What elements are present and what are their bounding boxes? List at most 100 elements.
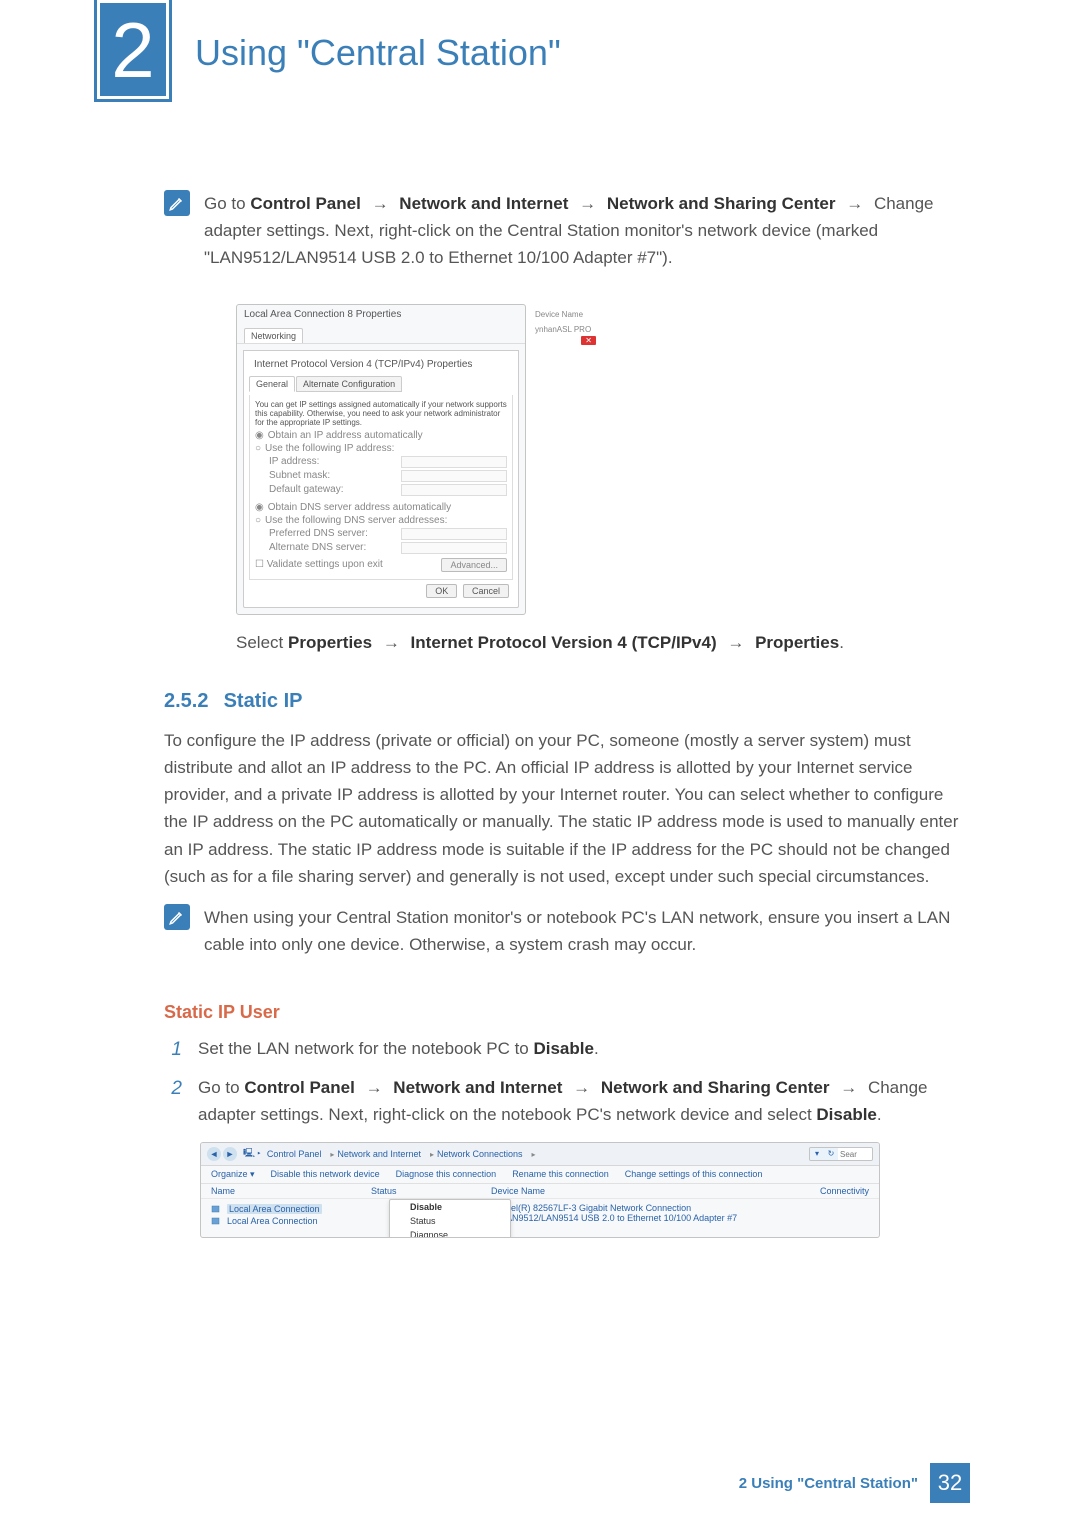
rename-button: Rename this connection [512, 1169, 609, 1180]
text: Go to [198, 1078, 244, 1097]
input-pdns [401, 528, 507, 540]
col-status: Status [371, 1186, 491, 1196]
instruction-text: Select Properties → Internet Protocol Ve… [236, 629, 964, 656]
search-box: ▾↻ [809, 1147, 873, 1161]
back-icon: ◄ [207, 1147, 221, 1161]
arrow-icon: → [834, 1078, 863, 1097]
window-title: Local Area Connection 8 Properties [237, 305, 525, 324]
note-text: Go to Control Panel → Network and Intern… [204, 190, 964, 272]
bold-text: Disable [816, 1105, 876, 1124]
ok-button: OK [426, 584, 457, 598]
change-settings-button: Change settings of this connection [625, 1169, 763, 1180]
list-item: 2 Go to Control Panel → Network and Inte… [164, 1074, 964, 1128]
document-page: 2 Using "Central Station" Go to Control … [0, 0, 1080, 1527]
step-number: 1 [164, 1035, 182, 1065]
arrow-icon: → [721, 633, 750, 652]
section-number: 2.5.2 [164, 690, 218, 713]
network-icon [211, 1203, 223, 1215]
input-ip [401, 456, 507, 468]
input-mask [401, 470, 507, 482]
label-adns: Alternate DNS server: [269, 542, 397, 553]
text: . [594, 1039, 599, 1058]
arrow-icon: → [360, 1078, 389, 1097]
checkbox-validate: Validate settings upon exit [267, 559, 383, 570]
text: Select [236, 633, 288, 652]
nav-buttons: ◄► [207, 1147, 237, 1161]
pencil-icon [164, 190, 190, 216]
breadcrumb: Control Panel [267, 1149, 322, 1159]
radio-use-dns: Use the following DNS server addresses: [265, 515, 447, 526]
path-segment: Network and Internet [399, 194, 568, 213]
inner-dialog: Internet Protocol Version 4 (TCP/IPv4) P… [243, 350, 519, 608]
device-name: Intel(R) 82567LF-3 Gigabit Network Conne… [501, 1203, 737, 1213]
path-segment: Network and Sharing Center [607, 194, 836, 213]
input-adns [401, 542, 507, 554]
ctx-status: Status [390, 1214, 510, 1228]
col-name: Name [211, 1186, 371, 1196]
connection-name: Local Area Connection [227, 1204, 322, 1214]
section-title: Static IP [224, 690, 303, 712]
text: . [839, 633, 844, 652]
forward-icon: ► [223, 1147, 237, 1161]
section-heading: 2.5.2 Static IP [164, 690, 964, 713]
path-segment: Network and Sharing Center [601, 1078, 830, 1097]
subsection-heading: Static IP User [164, 1002, 964, 1023]
tab-strip: Networking [237, 324, 525, 344]
connections-body: Local Area Connection Local Area Connect… [201, 1199, 879, 1237]
chapter-number-badge: 2 [94, 0, 172, 102]
text: Set the LAN network for the notebook PC … [198, 1039, 533, 1058]
cancel-button: Cancel [463, 584, 509, 598]
close-icon: ✕ [581, 336, 596, 345]
text: Go to [204, 194, 250, 213]
table-row: Local Area Connection [211, 1203, 322, 1215]
path-segment: Control Panel [250, 194, 361, 213]
arrow-icon: → [840, 194, 869, 213]
breadcrumb: Network Connections [427, 1149, 523, 1159]
radio-obtain-ip: Obtain an IP address automatically [268, 430, 423, 441]
advanced-button: Advanced... [441, 558, 507, 572]
search-input [838, 1148, 872, 1160]
address-bar: ◄► 🖳 ▸ Control Panel Network and Interne… [201, 1143, 879, 1166]
col-device: Device Name [491, 1186, 771, 1196]
arrow-icon: → [366, 194, 395, 213]
paragraph: To configure the IP address (private or … [164, 727, 964, 890]
tab-general: General [249, 376, 295, 392]
label-gateway: Default gateway: [269, 484, 397, 495]
screenshot-tcpip-properties: Device Name ynhanASL PRO ✕ Local Area Co… [236, 304, 526, 615]
path-segment: Properties [288, 633, 372, 652]
pencil-icon [164, 904, 190, 930]
context-menu: Disable Status Diagnose 🛡Bridge Connecti… [389, 1199, 511, 1238]
note-block: Go to Control Panel → Network and Intern… [164, 190, 964, 286]
main-content: Go to Control Panel → Network and Intern… [164, 190, 964, 1238]
chapter-title: Using "Central Station" [195, 32, 561, 74]
screenshot-network-connections: ◄► 🖳 ▸ Control Panel Network and Interne… [200, 1142, 880, 1238]
label: ynhanASL PRO ✕ [531, 319, 596, 345]
table-row: Local Area Connection [211, 1215, 322, 1227]
path-segment: Internet Protocol Version 4 (TCP/IPv4) [411, 633, 717, 652]
bold-text: Disable [533, 1039, 593, 1058]
tab-networking: Networking [244, 328, 303, 343]
network-icon [211, 1215, 223, 1227]
label-ip: IP address: [269, 456, 397, 467]
help-text: You can get IP settings assigned automat… [255, 400, 507, 427]
connection-name: Local Area Connection [227, 1216, 318, 1226]
step-list: 1 Set the LAN network for the notebook P… [164, 1035, 964, 1128]
path-segment: Network and Internet [393, 1078, 562, 1097]
ctx-diagnose: Diagnose [390, 1228, 510, 1238]
radio-use-ip: Use the following IP address: [265, 443, 394, 454]
label-mask: Subnet mask: [269, 470, 397, 481]
list-item: 1 Set the LAN network for the notebook P… [164, 1035, 964, 1065]
background-window-peek: Device Name ynhanASL PRO ✕ [531, 304, 596, 345]
radio-obtain-dns: Obtain DNS server address automatically [268, 502, 451, 513]
input-gateway [401, 484, 507, 496]
column-headers: Name Status Device Name Connectivity [201, 1184, 879, 1199]
toolbar: Organize ▾ Disable this network device D… [201, 1166, 879, 1184]
label-pdns: Preferred DNS server: [269, 528, 397, 539]
arrow-icon: → [377, 633, 406, 652]
diagnose-button: Diagnose this connection [396, 1169, 497, 1180]
note-block: When using your Central Station monitor'… [164, 904, 964, 972]
tab-alternate: Alternate Configuration [296, 376, 402, 392]
disable-device-button: Disable this network device [271, 1169, 380, 1180]
organize-button: Organize ▾ [211, 1169, 255, 1180]
device-name: LAN9512/LAN9514 USB 2.0 to Ethernet 10/1… [501, 1213, 737, 1223]
